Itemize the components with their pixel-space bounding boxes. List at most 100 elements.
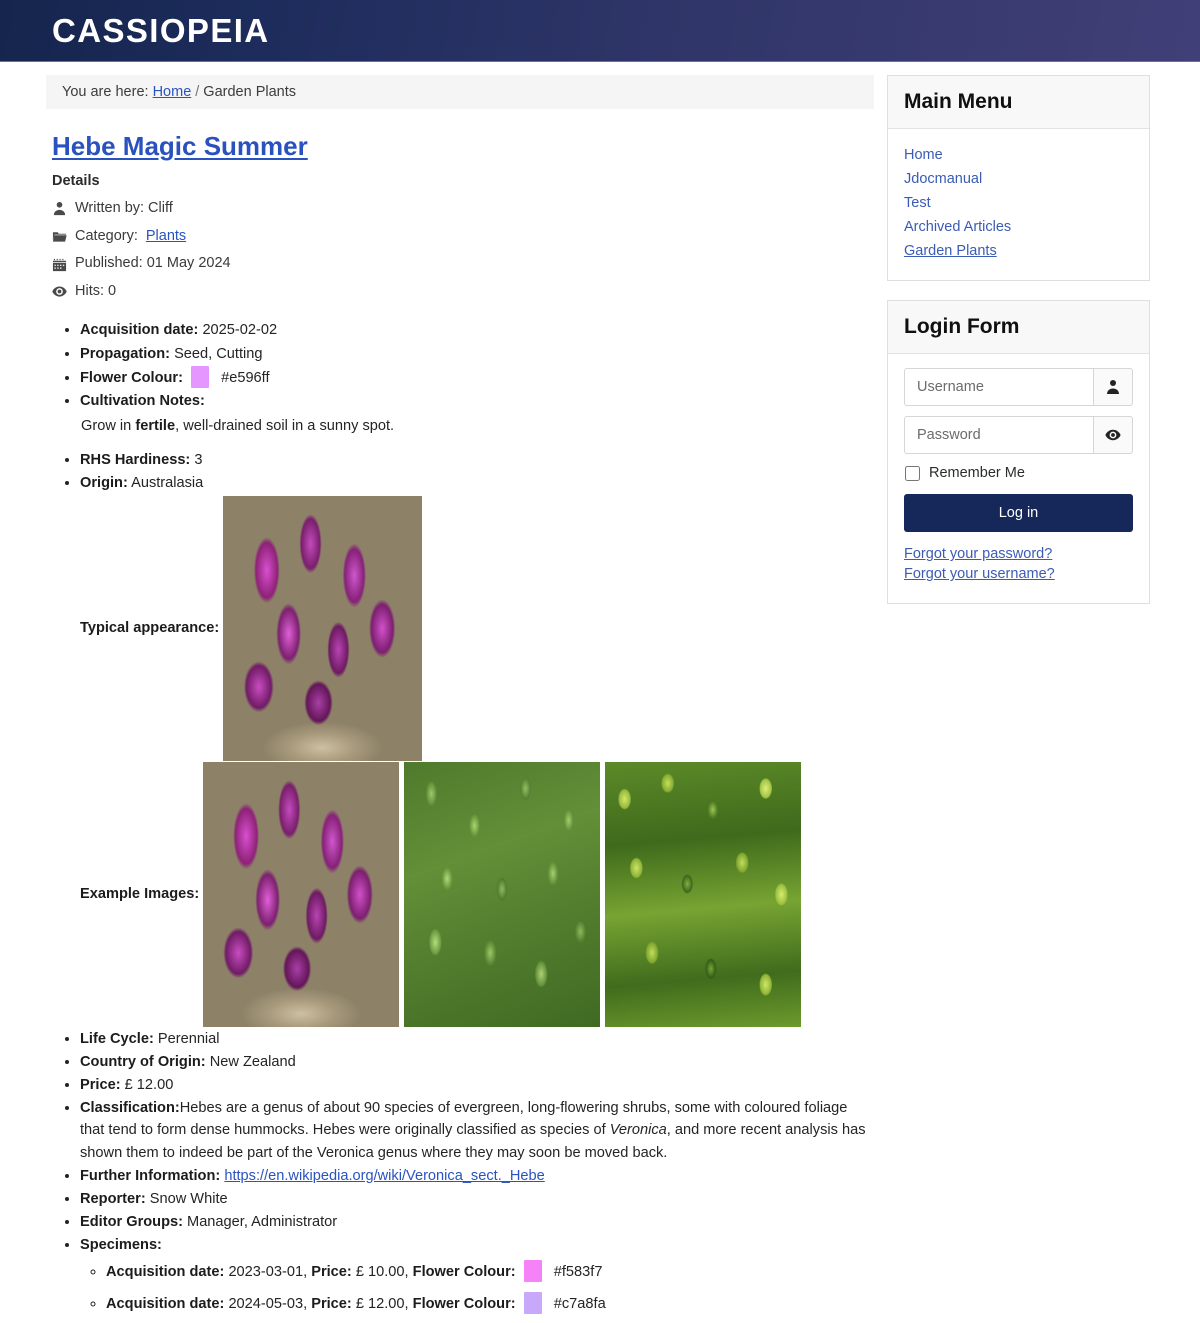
attr-price-value: £ 12.00 [124,1076,174,1093]
login-form-header: Login Form [888,301,1149,355]
eye-icon [52,284,67,299]
attr-classification: Classification:Hebes are a genus of abou… [80,1097,874,1164]
menu-item-test[interactable]: Test [904,191,1133,215]
cultivation-bold: fertile [135,418,176,435]
username-input-group [904,368,1133,407]
breadcrumb-home-link[interactable]: Home [153,84,192,100]
attr-typical-appearance: Typical appearance: [80,495,874,761]
login-form-title: Login Form [904,315,1020,339]
details-heading: Details [52,173,100,190]
specimen-colour-label: Flower Colour: [412,1295,516,1312]
typical-appearance-image[interactable] [223,495,423,761]
main-menu-title: Main Menu [904,90,1013,113]
attr-origin: Origin: Australasia [80,472,874,494]
meta-published-text: Published: 01 May 2024 [75,255,231,272]
remember-me-row[interactable]: Remember Me [905,465,1133,481]
attr-typical-appearance-label: Typical appearance: [80,620,220,637]
example-image-1[interactable] [203,761,400,1027]
calendar-icon [52,257,67,272]
menu-item-archived-articles[interactable]: Archived Articles [904,215,1133,239]
eye-icon[interactable] [1093,416,1133,455]
specimen-colour-value: #f583f7 [553,1264,603,1281]
login-button[interactable]: Log in [904,494,1133,533]
specimen-price-label: Price: [311,1295,352,1312]
specimen-separator: , [303,1295,308,1312]
menu-link-home[interactable]: Home [904,147,943,163]
attr-life-cycle-label: Life Cycle: [80,1030,154,1047]
attr-further-information-label: Further Information: [80,1167,221,1184]
main-menu-body: Home Jdocmanual Test Archived Articles G… [888,129,1149,280]
meta-written-by-text: Written by: Cliff [75,200,173,217]
login-form-body: Remember Me Log in Forgot your password?… [888,354,1149,603]
username-input[interactable] [904,368,1094,407]
cultivation-notes-text: Grow in fertile, well-drained soil in a … [81,415,874,437]
attr-flower-colour: Flower Colour: #e596ff [80,365,874,389]
menu-link-test[interactable]: Test [904,195,931,211]
breadcrumb: You are here: Home / Garden Plants [46,75,874,109]
attr-price: Price: £ 12.00 [80,1074,874,1096]
menu-item-garden-plants[interactable]: Garden Plants [904,239,1133,263]
specimen-separator: , [303,1264,308,1281]
article-title-link[interactable]: Hebe Magic Summer [52,131,308,161]
attr-reporter-value: Snow White [149,1190,228,1207]
flower-colour-swatch [191,365,210,388]
example-image-3[interactable] [605,761,802,1027]
specimen-price-value: £ 10.00, [355,1264,409,1281]
breadcrumb-prefix: You are here: [62,84,149,100]
specimen-acq-value: 2023-03-01 [228,1264,304,1281]
attr-origin-value: Australasia [131,475,204,492]
meta-category-link[interactable]: Plants [146,227,186,247]
attr-cultivation-notes: Cultivation Notes: Grow in fertile, well… [80,390,874,437]
attr-acquisition-date: Acquisition date: 2025-02-02 [80,319,874,341]
password-input[interactable] [904,416,1094,455]
plant-attributes-list: Acquisition date: 2025-02-02 Propagation… [46,319,874,1314]
specimen-row: Acquisition date: 2024-05-03, Price: £ 1… [106,1291,874,1315]
attr-reporter-label: Reporter: [80,1190,146,1207]
folder-icon [52,229,67,244]
attr-flower-colour-label: Flower Colour: [80,369,183,386]
breadcrumb-separator: / [195,84,200,100]
example-images-gallery [203,761,802,1027]
specimen-colour-label: Flower Colour: [412,1264,516,1281]
user-icon [52,201,67,216]
menu-item-home[interactable]: Home [904,143,1133,167]
attr-propagation-label: Propagation: [80,345,170,362]
meta-hits-text: Hits: 0 [75,282,117,299]
forgot-password-link[interactable]: Forgot your password? [904,546,1133,562]
attr-example-images: Example Images: [80,761,874,1027]
specimen-acq-label: Acquisition date: [106,1295,225,1312]
meta-published: Published: 01 May 2024 [52,250,874,278]
attr-origin-label: Origin: [80,475,128,492]
attr-specimens-label: Specimens: [80,1237,162,1254]
module-login-form: Login Form Remember Me [887,300,1150,605]
attr-life-cycle: Life Cycle: Perennial [80,1028,874,1050]
attr-reporter: Reporter: Snow White [80,1188,874,1210]
menu-link-jdocmanual[interactable]: Jdocmanual [904,171,982,187]
classification-italic: Veronica [609,1122,667,1139]
menu-link-garden-plants[interactable]: Garden Plants [904,243,997,259]
meta-category-prefix: Category: [75,227,138,244]
attr-country-of-origin: Country of Origin: New Zealand [80,1051,874,1073]
attr-classification-label: Classification: [80,1100,180,1117]
further-information-link[interactable]: https://en.wikipedia.org/wiki/Veronica_s… [224,1168,544,1184]
forgot-links: Forgot your password? Forgot your userna… [904,546,1133,582]
menu-link-archived-articles[interactable]: Archived Articles [904,219,1011,235]
password-input-group [904,416,1133,455]
meta-written-by: Written by: Cliff [52,195,874,223]
site-brand[interactable]: CASSIOPEIA [52,14,270,47]
menu-item-jdocmanual[interactable]: Jdocmanual [904,167,1133,191]
attr-acquisition-date-label: Acquisition date: [80,322,199,339]
example-image-2[interactable] [404,761,601,1027]
specimen-colour-swatch [523,1291,542,1314]
specimen-price-label: Price: [311,1264,352,1281]
module-main-menu: Main Menu Home Jdocmanual Test Archived … [887,75,1150,282]
sidebar: Main Menu Home Jdocmanual Test Archived … [887,75,1150,623]
attr-further-information: Further Information: https://en.wikipedi… [80,1165,874,1187]
remember-me-checkbox[interactable] [905,465,920,481]
specimen-colour-swatch [523,1260,542,1283]
attr-price-label: Price: [80,1076,121,1093]
attr-specimens: Specimens: Acquisition date: 2023-03-01,… [80,1234,874,1315]
forgot-username-link[interactable]: Forgot your username? [904,566,1133,582]
meta-hits: Hits: 0 [52,278,874,306]
main-menu-list: Home Jdocmanual Test Archived Articles G… [904,143,1133,263]
